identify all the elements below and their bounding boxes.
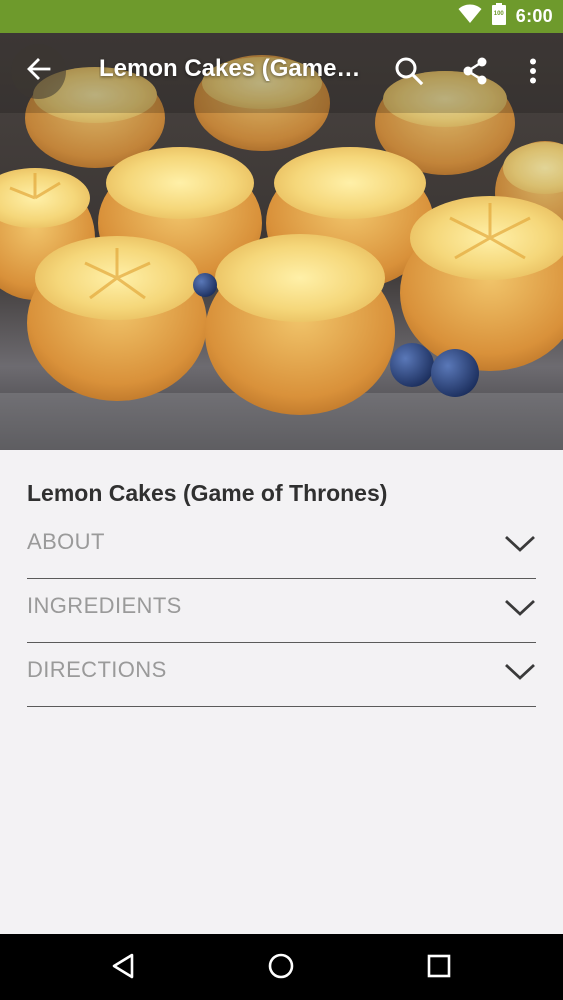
nav-back-button[interactable] <box>105 950 141 986</box>
section-label: INGREDIENTS <box>27 593 182 618</box>
search-button[interactable] <box>389 53 429 93</box>
section-about[interactable]: ABOUT <box>27 514 536 579</box>
app-screen: 100 6:00 Lemon Cakes (Game of Lemon Cake… <box>0 0 563 1000</box>
chevron-down-icon <box>504 534 536 554</box>
wifi-icon <box>458 4 482 29</box>
system-nav-bar <box>0 934 563 1000</box>
toolbar-title: Lemon Cakes (Game of Thrones) <box>99 55 364 82</box>
battery-icon: 100 <box>491 3 506 30</box>
section-label: ABOUT <box>27 529 105 554</box>
nav-recents-button[interactable] <box>421 950 457 986</box>
status-bar: 100 6:00 <box>0 0 563 33</box>
more-options-button[interactable] <box>513 53 553 93</box>
section-label: DIRECTIONS <box>27 657 167 682</box>
back-triangle-icon <box>110 952 136 985</box>
home-circle-icon <box>267 952 295 985</box>
recents-square-icon <box>426 953 452 984</box>
battery-label: 100 <box>493 11 504 17</box>
search-icon <box>394 56 424 91</box>
status-icons: 100 6:00 <box>458 0 553 33</box>
nav-home-button[interactable] <box>263 950 299 986</box>
share-button[interactable] <box>455 53 495 93</box>
toolbar: Lemon Cakes (Game of Thrones) <box>0 33 563 111</box>
status-time: 6:00 <box>515 6 553 26</box>
share-icon <box>462 57 488 90</box>
back-button[interactable] <box>11 44 66 99</box>
arrow-back-icon <box>25 55 53 88</box>
recipe-title: Lemon Cakes (Game of Thrones) <box>27 480 388 506</box>
chevron-down-icon <box>504 662 536 682</box>
section-ingredients[interactable]: INGREDIENTS <box>27 578 536 643</box>
more-vert-icon <box>529 58 537 89</box>
section-directions[interactable]: DIRECTIONS <box>27 642 536 707</box>
chevron-down-icon <box>504 598 536 618</box>
